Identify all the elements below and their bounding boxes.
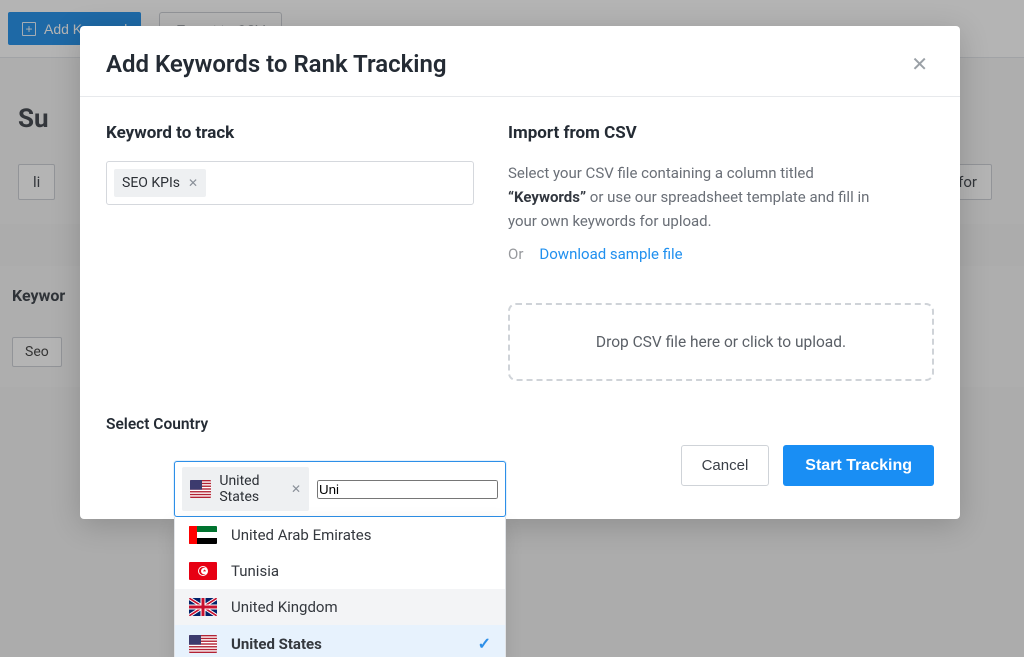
country-field-label: Select Country (106, 415, 474, 433)
modal-title: Add Keywords to Rank Tracking (106, 50, 447, 78)
add-keywords-modal: Add Keywords to Rank Tracking ✕ Keyword … (80, 26, 960, 519)
csv-title: Import from CSV (508, 123, 934, 143)
cancel-button[interactable]: Cancel (681, 445, 770, 486)
keyword-field-label: Keyword to track (106, 123, 474, 143)
or-label: Or (508, 245, 523, 263)
modal-footer: Cancel Start Tracking (508, 445, 934, 486)
country-option-label: Tunisia (231, 562, 279, 580)
country-option-label: United Kingdom (231, 598, 338, 616)
checkmark-icon: ✓ (478, 634, 491, 653)
csv-text-bold: “Keywords” (508, 188, 586, 206)
country-combobox: United States ✕ United Arab Emirates (174, 461, 506, 657)
modal-left-column: Keyword to track SEO KPIs ✕ Select Count… (80, 123, 500, 489)
uae-flag-icon (189, 526, 217, 544)
modal-header: Add Keywords to Rank Tracking ✕ (80, 26, 960, 97)
country-dropdown-menu: United Arab Emirates Tunisia (174, 517, 506, 657)
start-tracking-button[interactable]: Start Tracking (783, 445, 934, 486)
country-option-uae[interactable]: United Arab Emirates (175, 517, 505, 553)
remove-country-icon[interactable]: ✕ (291, 482, 301, 496)
download-sample-link[interactable]: Download sample file (539, 245, 682, 263)
chip-text: SEO KPIs (122, 175, 180, 191)
country-option-us[interactable]: United States ✓ (175, 625, 505, 657)
country-input[interactable]: United States ✕ (174, 461, 506, 517)
close-icon[interactable]: ✕ (911, 54, 928, 74)
keyword-chip: SEO KPIs ✕ (114, 169, 206, 197)
remove-chip-icon[interactable]: ✕ (188, 176, 198, 190)
country-search-input[interactable] (317, 480, 498, 499)
country-option-label: United Arab Emirates (231, 526, 371, 544)
country-option-tunisia[interactable]: Tunisia (175, 553, 505, 589)
uk-flag-icon (189, 598, 217, 616)
us-flag-icon (189, 635, 217, 653)
csv-dropzone[interactable]: Drop CSV file here or click to upload. (508, 303, 934, 381)
country-chip: United States ✕ (182, 467, 309, 511)
modal-body: Keyword to track SEO KPIs ✕ Select Count… (80, 97, 960, 519)
country-option-label: United States (231, 635, 322, 653)
us-flag-icon (190, 480, 211, 498)
modal-right-column: Import from CSV Select your CSV file con… (500, 123, 960, 489)
tunisia-flag-icon (189, 562, 217, 580)
country-option-uk[interactable]: United Kingdom (175, 589, 505, 625)
csv-description: Select your CSV file containing a column… (508, 161, 888, 233)
keyword-tag-input[interactable]: SEO KPIs ✕ (106, 161, 474, 205)
country-chip-text: United States (219, 473, 283, 505)
csv-text-leading: Select your CSV file containing a column… (508, 164, 814, 182)
csv-or-row: Or Download sample file (508, 245, 934, 263)
